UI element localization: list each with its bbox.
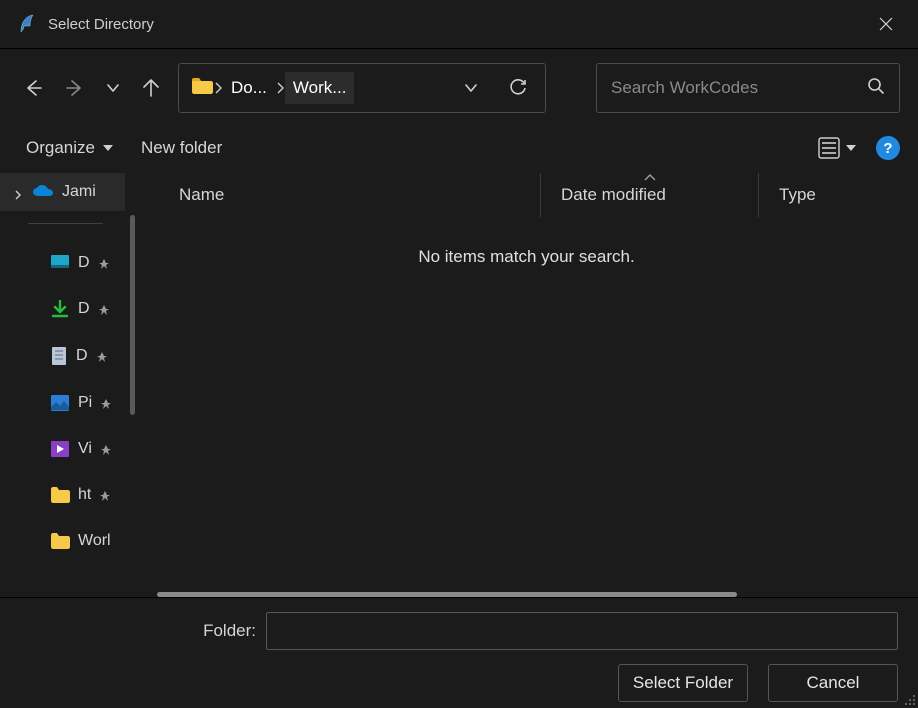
- search-input[interactable]: [611, 78, 867, 98]
- history-dropdown-button[interactable]: [451, 64, 491, 112]
- chevron-right-icon[interactable]: [14, 187, 24, 197]
- nav-row: Do... Work...: [0, 49, 918, 127]
- sidebar-item-desktop[interactable]: D: [0, 244, 125, 282]
- horizontal-scrollbar[interactable]: [157, 592, 737, 597]
- forward-button[interactable]: [60, 73, 90, 103]
- folder-icon: [50, 532, 70, 550]
- pictures-icon: [50, 394, 70, 412]
- downloads-icon: [50, 300, 70, 318]
- pin-icon: [100, 397, 112, 409]
- refresh-button[interactable]: [491, 64, 545, 112]
- pin-icon: [98, 257, 110, 269]
- documents-icon: [50, 346, 68, 366]
- help-button[interactable]: ?: [876, 136, 900, 160]
- titlebar: Select Directory: [0, 0, 918, 48]
- sidebar-item-folder-ht[interactable]: ht: [0, 476, 125, 514]
- resize-grip[interactable]: [902, 692, 916, 706]
- chevron-right-icon[interactable]: [213, 83, 223, 93]
- new-folder-button[interactable]: New folder: [141, 138, 222, 158]
- pin-icon: [99, 489, 111, 501]
- empty-message: No items match your search.: [135, 217, 918, 267]
- window-title: Select Directory: [48, 16, 154, 33]
- chevron-right-icon[interactable]: [275, 83, 285, 93]
- titlebar-left: Select Directory: [18, 14, 154, 34]
- file-list: Name Date modified Type No items match y…: [135, 173, 918, 597]
- sidebar: Jami D D: [0, 173, 135, 597]
- sidebar-item-documents[interactable]: D: [0, 336, 125, 376]
- folder-input[interactable]: [266, 612, 898, 650]
- list-header: Name Date modified Type: [135, 173, 918, 217]
- column-type[interactable]: Type: [758, 173, 878, 217]
- column-date[interactable]: Date modified: [540, 173, 758, 217]
- select-folder-button[interactable]: Select Folder: [618, 664, 748, 702]
- breadcrumb-item-current[interactable]: Work...: [285, 72, 355, 104]
- sidebar-item-downloads[interactable]: D: [0, 290, 125, 328]
- organize-button[interactable]: Organize: [26, 138, 113, 158]
- pin-icon: [96, 350, 108, 362]
- onedrive-icon: [32, 184, 54, 200]
- sidebar-divider: [28, 223, 103, 224]
- back-button[interactable]: [18, 73, 48, 103]
- desktop-icon: [50, 254, 70, 272]
- sidebar-item-folder-work[interactable]: Worl: [0, 522, 125, 560]
- search-box[interactable]: [596, 63, 900, 113]
- breadcrumb-item[interactable]: Do...: [223, 72, 275, 104]
- view-options-button[interactable]: [814, 133, 860, 163]
- pin-icon: [98, 303, 110, 315]
- folder-label: Folder:: [20, 621, 256, 641]
- cancel-button[interactable]: Cancel: [768, 664, 898, 702]
- body: Jami D D: [0, 173, 918, 597]
- sidebar-item-pictures[interactable]: Pi: [0, 384, 125, 422]
- sidebar-item-onedrive[interactable]: Jami: [0, 173, 125, 211]
- folder-icon: [50, 486, 70, 504]
- sidebar-item-videos[interactable]: Vi: [0, 430, 125, 468]
- footer: Folder: Select Folder Cancel: [0, 597, 918, 708]
- column-name[interactable]: Name: [135, 173, 540, 217]
- search-icon[interactable]: [867, 77, 885, 100]
- sort-indicator-icon: [643, 167, 657, 187]
- recent-locations-button[interactable]: [102, 73, 124, 103]
- address-bar[interactable]: Do... Work...: [178, 63, 546, 113]
- videos-icon: [50, 440, 70, 458]
- up-button[interactable]: [136, 73, 166, 103]
- folder-icon: [187, 77, 213, 100]
- close-button[interactable]: [872, 10, 900, 38]
- toolbar: Organize New folder ?: [0, 127, 918, 173]
- feather-app-icon: [18, 14, 34, 34]
- pin-icon: [100, 443, 112, 455]
